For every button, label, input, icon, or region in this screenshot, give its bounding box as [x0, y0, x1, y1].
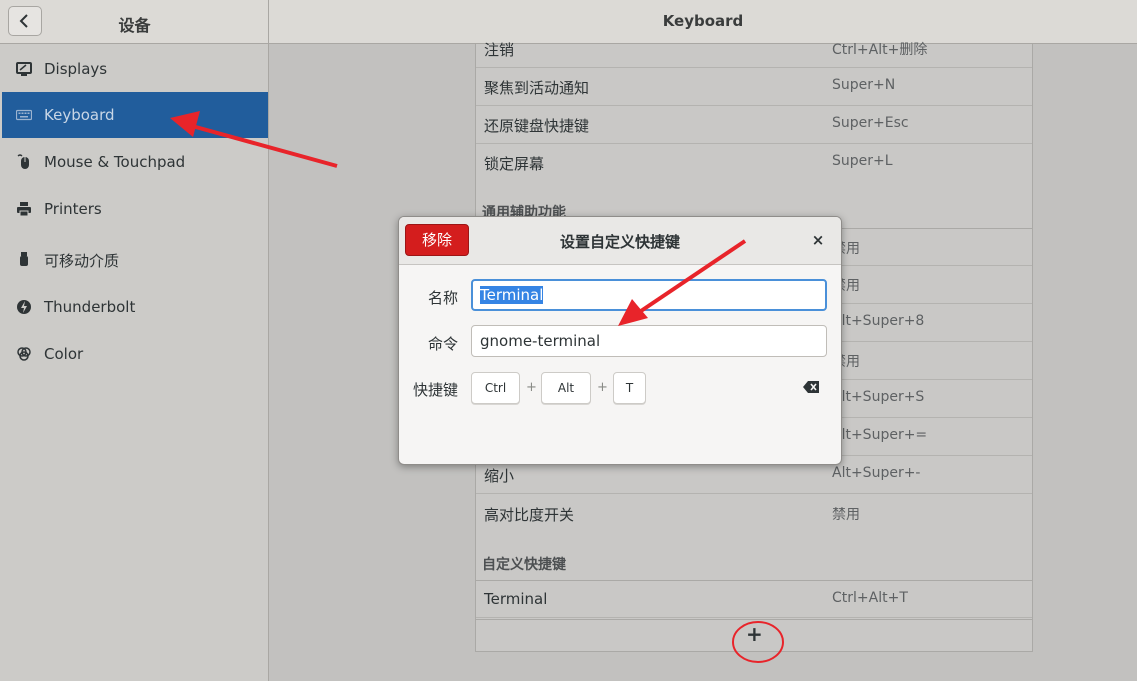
sidebar-item-label: Displays	[44, 60, 108, 78]
sidebar-item-thunderbolt[interactable]: Thunderbolt	[2, 284, 268, 330]
key-t: T	[613, 372, 646, 404]
remove-button[interactable]: 移除	[405, 224, 469, 256]
backspace-icon[interactable]	[803, 381, 819, 393]
mouse-icon	[17, 154, 29, 169]
command-field-value: gnome-terminal	[480, 332, 601, 350]
custom-shortcut-dialog: 移除 设置自定义快捷键 × 名称 Terminal 命令 gnome-termi…	[398, 216, 842, 465]
sidebar-header: 设备	[0, 0, 269, 44]
shortcut-name: 还原键盘快捷键	[484, 117, 590, 135]
sidebar-title: 设备	[118, 16, 151, 35]
sidebar: Displays Keyboard Mouse & Touchpad Print…	[0, 44, 269, 681]
key-ctrl: Ctrl	[471, 372, 520, 404]
shortcut-value: Alt+Super+S	[832, 389, 925, 405]
add-shortcut-row[interactable]: +	[476, 619, 1032, 652]
shortcut-name: 聚焦到活动通知	[484, 79, 590, 97]
shortcut-name: Terminal	[484, 590, 548, 608]
sidebar-item-color[interactable]: Color	[2, 331, 268, 377]
shortcut-row[interactable]: 锁定屏幕 Super+L	[476, 144, 1032, 182]
sidebar-item-label: 可移动介质	[44, 252, 120, 270]
page-title: Keyboard	[662, 12, 744, 30]
color-icon	[17, 347, 31, 361]
display-icon	[16, 62, 32, 76]
dialog-header: 移除 设置自定义快捷键 ×	[399, 217, 841, 265]
shortcut-value: Super+L	[832, 153, 893, 169]
sidebar-item-label: Keyboard	[44, 106, 115, 124]
custom-shortcut-row[interactable]: Terminal Ctrl+Alt+T	[476, 580, 1032, 618]
keyboard-icon	[16, 109, 32, 121]
shortcut-value: 禁用	[832, 507, 860, 523]
name-field-value: Terminal	[480, 286, 544, 304]
shortcut-value: Alt+Super+-	[832, 465, 921, 481]
shortcut-name: 高对比度开关	[484, 506, 575, 524]
shortcut-value: Alt+Super+=	[832, 427, 928, 443]
command-label: 命令	[428, 335, 459, 353]
close-icon[interactable]: ×	[809, 231, 827, 249]
shortcut-value: Alt+Super+8	[832, 313, 925, 329]
sidebar-item-label: Thunderbolt	[44, 298, 136, 316]
sidebar-item-removable-media[interactable]: 可移动介质	[2, 236, 268, 282]
section-header-custom: 自定义快捷键	[482, 557, 566, 573]
shortcut-row[interactable]: 还原键盘快捷键 Super+Esc	[476, 106, 1032, 144]
sidebar-item-label: Color	[44, 345, 84, 363]
name-field[interactable]: Terminal	[471, 279, 827, 311]
removable-media-icon	[20, 252, 28, 266]
thunderbolt-icon	[17, 300, 31, 314]
shortcut-name: 缩小	[484, 467, 515, 485]
shortcut-row[interactable]: 高对比度开关 禁用	[476, 495, 1032, 533]
printer-icon	[17, 202, 31, 217]
command-field[interactable]: gnome-terminal	[471, 325, 827, 357]
shortcut-row[interactable]: 聚焦到活动通知 Super+N	[476, 68, 1032, 106]
sidebar-item-label: Mouse & Touchpad	[44, 153, 186, 171]
shortcut-label: 快捷键	[413, 381, 459, 399]
key-separator: +	[526, 380, 537, 395]
shortcut-row[interactable]: 注销 Ctrl+Alt+删除	[476, 30, 1032, 68]
sidebar-item-keyboard[interactable]: Keyboard	[2, 92, 268, 138]
shortcut-value: Super+Esc	[832, 115, 909, 131]
shortcut-name: 注销	[484, 41, 515, 59]
shortcut-value: Super+N	[832, 77, 896, 93]
shortcut-value: Ctrl+Alt+删除	[832, 42, 928, 58]
sidebar-item-displays[interactable]: Displays	[2, 46, 268, 92]
shortcut-name: 锁定屏幕	[484, 155, 545, 173]
sidebar-item-printers[interactable]: Printers	[2, 186, 268, 232]
key-alt: Alt	[541, 372, 591, 404]
add-shortcut-button[interactable]: +	[746, 622, 763, 646]
sidebar-item-mouse-touchpad[interactable]: Mouse & Touchpad	[2, 139, 268, 185]
name-label: 名称	[428, 289, 459, 307]
key-separator: +	[597, 380, 608, 395]
shortcut-value: Ctrl+Alt+T	[832, 590, 908, 606]
sidebar-item-label: Printers	[44, 200, 102, 218]
